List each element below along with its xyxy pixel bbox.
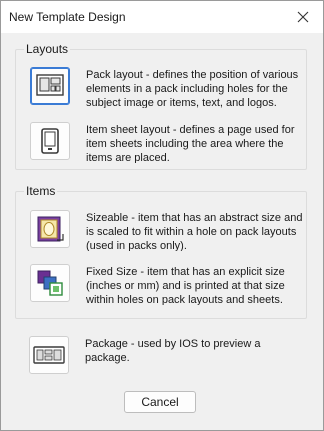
pack-layout-option[interactable]: Pack layout - defines the position of va…: [30, 67, 306, 113]
close-button[interactable]: [283, 1, 323, 33]
item-sheet-button[interactable]: [30, 122, 70, 160]
items-group-label: Items: [24, 184, 58, 198]
fixed-size-option[interactable]: Fixed Size - item that has an explicit s…: [30, 264, 306, 310]
sizeable-button[interactable]: [30, 210, 70, 248]
title-bar: New Template Design: [1, 1, 323, 33]
package-icon: [33, 346, 65, 364]
fixed-size-item-icon: [37, 270, 63, 296]
items-group: Items Sizeable - item that has an abstra…: [15, 184, 307, 319]
pack-layout-description: Pack layout - defines the position of va…: [86, 69, 299, 108]
package-option[interactable]: Package - used by IOS to preview a packa…: [29, 336, 305, 382]
layouts-group: Layouts Pack layout - defines the positi…: [15, 42, 307, 170]
sizeable-item-icon: [37, 216, 64, 242]
dialog-window: New Template Design Layouts Pack layout …: [0, 0, 324, 431]
package-button[interactable]: [29, 336, 69, 374]
fixed-size-description: Fixed Size - item that has an explicit s…: [86, 266, 285, 305]
sizeable-option[interactable]: Sizeable - item that has an abstract siz…: [30, 210, 306, 256]
item-sheet-option[interactable]: Item sheet layout - defines a page used …: [30, 122, 306, 168]
package-description: Package - used by IOS to preview a packa…: [85, 338, 261, 364]
layouts-group-label: Layouts: [24, 42, 71, 56]
close-icon: [297, 11, 309, 23]
window-title: New Template Design: [9, 10, 126, 24]
item-sheet-description: Item sheet layout - defines a page used …: [86, 124, 295, 163]
item-sheet-icon: [41, 128, 59, 154]
cancel-button[interactable]: Cancel: [124, 391, 196, 413]
fixed-size-button[interactable]: [30, 264, 70, 302]
pack-layout-button[interactable]: [30, 67, 70, 105]
sizeable-description: Sizeable - item that has an abstract siz…: [86, 212, 303, 251]
pack-layout-icon: [36, 74, 64, 96]
